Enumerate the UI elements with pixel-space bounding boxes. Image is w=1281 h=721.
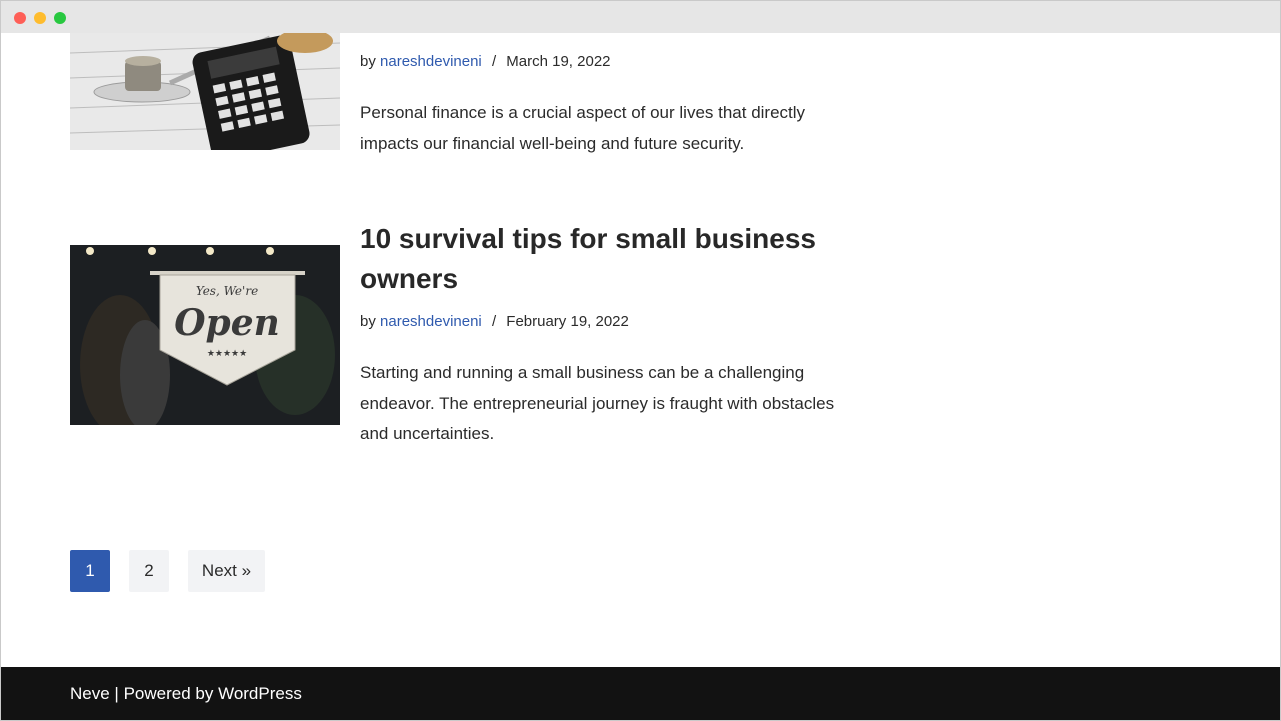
footer-theme-link[interactable]: Neve xyxy=(70,684,110,703)
footer-credits: Neve | Powered by WordPress xyxy=(70,684,302,704)
post-date: March 19, 2022 xyxy=(506,53,611,70)
maximize-window-button[interactable] xyxy=(54,12,66,24)
post-title[interactable]: 10 survival tips for small business owne… xyxy=(360,219,860,299)
close-window-button[interactable] xyxy=(14,12,26,24)
sign-stars: ★★★★★ xyxy=(207,349,247,359)
post-excerpt: Starting and running a small business ca… xyxy=(360,363,835,443)
author-link[interactable]: nareshdevineni xyxy=(380,53,482,70)
minimize-window-button[interactable] xyxy=(34,12,46,24)
open-sign-image: Yes, We're Open ★★★★★ xyxy=(70,245,340,425)
post-thumbnail-finance[interactable] xyxy=(70,33,340,150)
next-page-button[interactable]: Next » xyxy=(188,550,265,592)
browser-window: by nareshdevineni / March 19, 2022 Perso… xyxy=(0,0,1281,721)
page-2-button[interactable]: 2 xyxy=(129,550,169,592)
sign-main-text: Open xyxy=(174,302,280,344)
post-excerpt: Personal finance is a crucial aspect of … xyxy=(360,103,806,153)
author-link[interactable]: nareshdevineni xyxy=(380,313,482,330)
post-meta: by nareshdevineni / February 19, 2022 xyxy=(360,313,629,330)
author-prefix: by xyxy=(360,313,376,330)
post-thumbnail-open-sign[interactable]: Yes, We're Open ★★★★★ xyxy=(70,245,340,425)
sign-top-text: Yes, We're xyxy=(196,284,258,298)
calculator-coins-image xyxy=(70,33,340,150)
author-prefix: by xyxy=(360,53,376,70)
footer-powered-link[interactable]: Powered by WordPress xyxy=(124,684,302,703)
site-footer: Neve | Powered by WordPress xyxy=(1,667,1280,720)
post-date: February 19, 2022 xyxy=(506,313,629,330)
meta-separator: / xyxy=(491,53,497,70)
page-1-button[interactable]: 1 xyxy=(70,550,110,592)
window-titlebar xyxy=(1,1,1280,33)
meta-separator: / xyxy=(491,313,497,330)
post-meta: by nareshdevineni / March 19, 2022 xyxy=(360,53,611,70)
footer-divider: | xyxy=(114,684,119,703)
